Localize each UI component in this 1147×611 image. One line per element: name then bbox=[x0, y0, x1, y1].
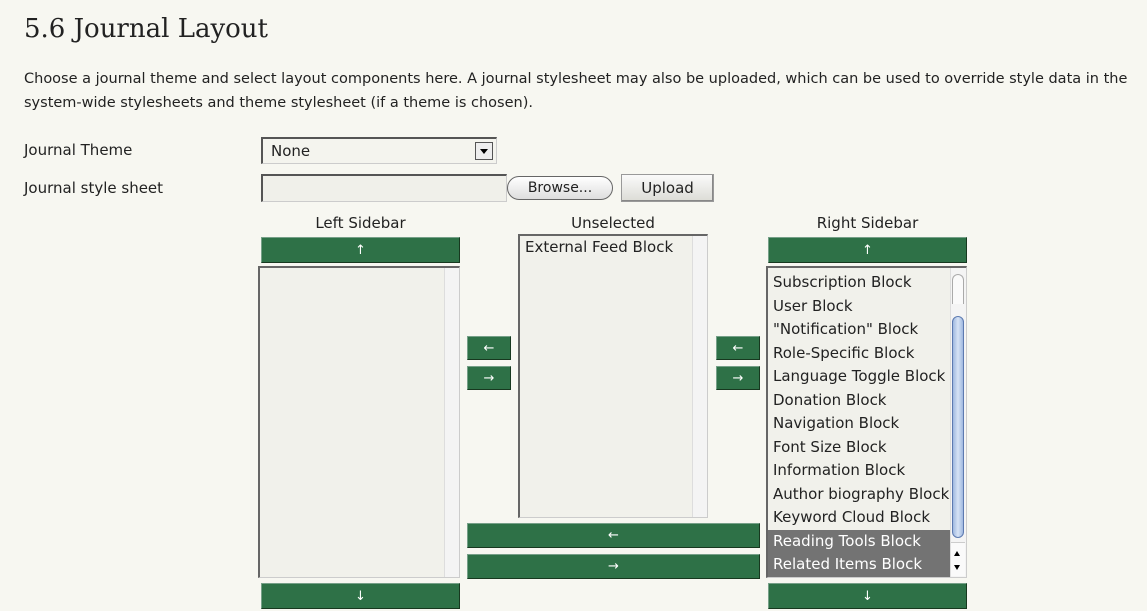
list-item[interactable]: Reading Tools Block bbox=[768, 529, 950, 553]
right-sidebar-scrollbar[interactable] bbox=[950, 268, 966, 577]
arrow-down-icon: ↓ bbox=[355, 588, 366, 604]
arrow-left-icon: ← bbox=[608, 528, 619, 543]
list-item[interactable]: External Feed Block bbox=[520, 236, 690, 260]
unselected-list[interactable]: External Feed Block bbox=[518, 234, 708, 518]
scroll-down-icon[interactable] bbox=[954, 565, 960, 570]
list-item[interactable]: Role-Specific Block bbox=[768, 342, 950, 366]
move-to-unselected-from-left-button[interactable]: → bbox=[467, 366, 511, 390]
chevron-down-icon[interactable] bbox=[475, 142, 493, 160]
list-item[interactable]: Keyword Cloud Block bbox=[768, 506, 950, 530]
move-to-left-sidebar-button[interactable]: ← bbox=[467, 336, 511, 360]
list-item[interactable]: Information Block bbox=[768, 459, 950, 483]
move-unselected-left-button[interactable]: ← bbox=[467, 523, 760, 548]
left-sidebar-move-up-button[interactable]: ↑ bbox=[261, 237, 460, 263]
scroll-up-icon[interactable] bbox=[954, 551, 960, 556]
right-sidebar-move-up-button[interactable]: ↑ bbox=[768, 237, 967, 263]
scrollbar-cap bbox=[952, 274, 964, 304]
right-sidebar-move-down-button[interactable]: ↓ bbox=[768, 583, 967, 609]
list-item[interactable]: "Notification" Block bbox=[768, 318, 950, 342]
right-sidebar-items: Subscription Block User Block "Notificatio… bbox=[768, 268, 966, 577]
page-description: Choose a journal theme and select layout… bbox=[24, 71, 1128, 111]
list-item[interactable]: Subscription Block bbox=[768, 271, 950, 295]
arrow-left-icon: ← bbox=[732, 340, 744, 356]
journal-theme-value: None bbox=[271, 142, 311, 160]
arrow-right-icon: → bbox=[483, 370, 495, 386]
page-title: 5.6 Journal Layout bbox=[24, 14, 268, 44]
unselected-header: Unselected bbox=[571, 214, 655, 232]
arrow-up-icon: ↑ bbox=[355, 242, 366, 258]
list-item[interactable]: User Block bbox=[768, 295, 950, 319]
journal-theme-label: Journal Theme bbox=[24, 141, 133, 159]
journal-theme-select[interactable]: None bbox=[261, 137, 497, 164]
arrow-up-icon: ↑ bbox=[862, 242, 873, 258]
list-item[interactable]: Navigation Block bbox=[768, 412, 950, 436]
journal-stylesheet-label: Journal style sheet bbox=[24, 179, 164, 197]
list-item[interactable]: Related Items Block bbox=[768, 553, 950, 577]
unselected-scrollbar[interactable] bbox=[692, 236, 707, 517]
list-item[interactable]: Font Size Block bbox=[768, 436, 950, 460]
move-to-right-sidebar-button[interactable]: → bbox=[716, 366, 760, 390]
move-to-unselected-from-right-button[interactable]: ← bbox=[716, 336, 760, 360]
list-item[interactable]: Language Toggle Block bbox=[768, 365, 950, 389]
left-sidebar-move-down-button[interactable]: ↓ bbox=[261, 583, 460, 609]
browse-button[interactable]: Browse... bbox=[507, 176, 613, 200]
stylesheet-file-field[interactable] bbox=[261, 174, 507, 202]
arrow-right-icon: → bbox=[732, 370, 744, 386]
left-sidebar-list[interactable] bbox=[258, 266, 460, 578]
left-sidebar-scrollbar[interactable] bbox=[444, 268, 459, 577]
arrow-down-icon: ↓ bbox=[862, 588, 873, 604]
move-unselected-right-button[interactable]: → bbox=[467, 554, 760, 579]
arrow-left-icon: ← bbox=[483, 340, 495, 356]
upload-button[interactable]: Upload bbox=[621, 174, 714, 202]
scrollbar-arrows[interactable] bbox=[951, 542, 965, 576]
arrow-right-icon: → bbox=[608, 559, 619, 574]
left-sidebar-header: Left Sidebar bbox=[315, 214, 406, 232]
right-sidebar-header: Right Sidebar bbox=[816, 214, 919, 232]
list-item[interactable]: Donation Block bbox=[768, 389, 950, 413]
list-item[interactable]: Author biography Block bbox=[768, 483, 950, 507]
scrollbar-thumb[interactable] bbox=[952, 316, 964, 538]
unselected-items: External Feed Block bbox=[520, 236, 707, 260]
right-sidebar-list[interactable]: Subscription Block User Block "Notificatio… bbox=[766, 266, 967, 578]
